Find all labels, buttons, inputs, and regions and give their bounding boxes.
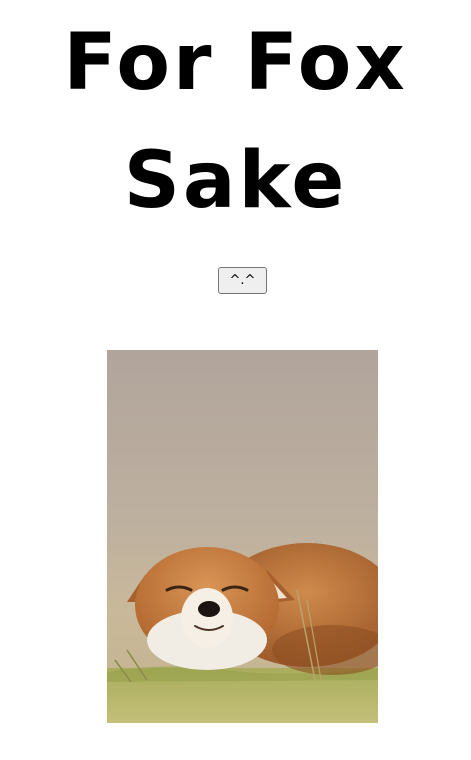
smile-button[interactable]: ^.^ <box>218 267 267 294</box>
fox-photo <box>107 350 378 723</box>
page-title: For Fox Sake <box>63 18 408 226</box>
